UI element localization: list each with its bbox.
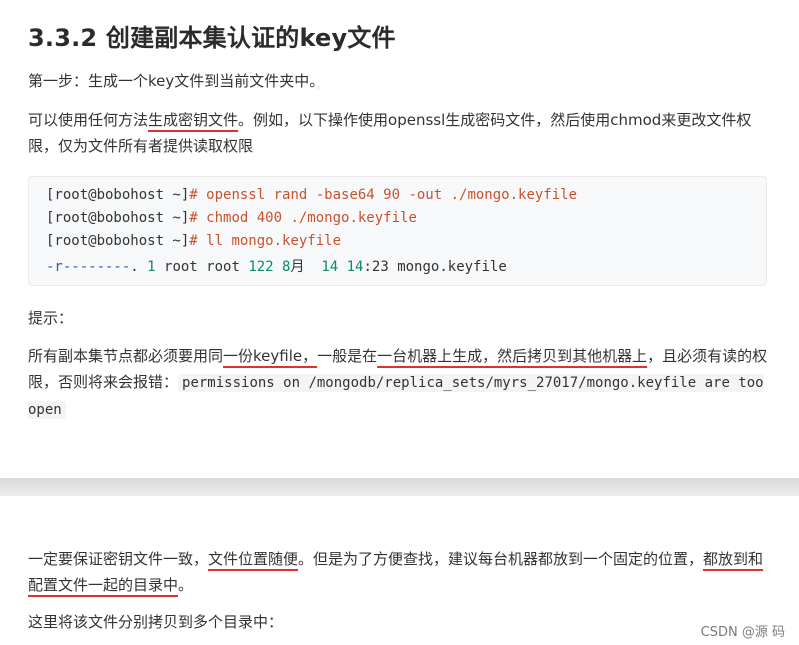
step1-paragraph: 第一步：生成一个key文件到当前文件夹中。: [28, 72, 325, 90]
para1-text-a: 可以使用任何方法: [28, 111, 149, 129]
code-line-3: [root@bobohost ~]# ll mongo.keyfile: [46, 233, 342, 249]
code-line-4: -r--------. 1 root root 122 8月 14 14:23 …: [46, 259, 507, 275]
code-block: [root@bobohost ~]# openssl rand -base64 …: [28, 176, 767, 286]
tip-label: 提示：: [28, 309, 74, 327]
consistency-paragraph: 一定要保证密钥文件一致，文件位置随便。但是为了方便查找，建议每台机器都放到一个固…: [28, 550, 764, 594]
code-line-1: [root@bobohost ~]# openssl rand -base64 …: [46, 187, 578, 203]
code-line-2: [root@bobohost ~]# chmod 400 ./mongo.key…: [46, 210, 417, 226]
underline-location-any: 文件位置随便: [208, 550, 299, 568]
underline-same-keyfile: 一份keyfile，: [223, 347, 318, 365]
section-heading: 3.3.2 创建副本集认证的key文件: [28, 24, 396, 52]
key-method-paragraph: 可以使用任何方法生成密钥文件。例如，以下操作使用openssl生成密码文件，然后…: [28, 107, 773, 159]
copy-dirs-paragraph: 这里将该文件分别拷贝到多个目录中：: [28, 613, 284, 631]
underline-generate-copy: 一台机器上生成，然后拷贝到其他机器上: [377, 347, 648, 365]
csdn-watermark: CSDN @源 码: [700, 625, 785, 640]
article-page: · 3.3.2 创建副本集认证的key文件 第一步：生成一个key文件到当前文件…: [0, 0, 799, 645]
keyfile-note-paragraph: 所有副本集节点都必须要用同一份keyfile，一般是在一台机器上生成，然后拷贝到…: [28, 347, 768, 419]
page-divider: [0, 478, 799, 496]
para1-underlined: 生成密钥文件: [148, 111, 239, 129]
